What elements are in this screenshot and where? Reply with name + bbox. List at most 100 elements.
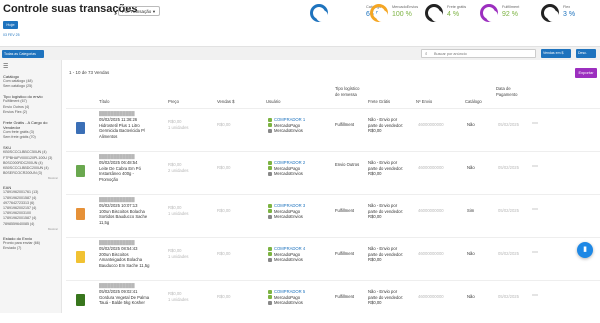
table-row[interactable]: ████████████ 05/02/2025 11:36:26 Hidrostet… [66,108,600,151]
column-header[interactable]: Nº Envio [416,99,432,105]
column-header[interactable]: Título [99,99,109,105]
today-button[interactable]: Hoje [3,21,18,29]
period-select[interactable]: Por Transação ▼ [118,6,160,16]
table-row[interactable]: ████████████ 05/02/2025 06:48:54 Leite De … [66,151,600,194]
payment-icon [268,123,272,128]
shipping-method: MercadoEnvios [274,214,303,220]
table-row[interactable]: ████████████ 05/02/2025 10:07:13 100un Bis… [66,194,600,237]
catalog-flag: Sim [467,208,475,213]
more-options-icon[interactable]: ⋯ [532,292,538,299]
filter-section: Frete Grátis - A Cargo do Vendedor Com fr… [3,120,58,140]
metric-value: 92 % [502,11,518,18]
payment-icon [268,166,272,171]
filter-section: EAN 17891962001761 (13) 17891962001587 (4)… [3,185,58,230]
filter-option[interactable]: Sem frete grátis (70) [3,135,58,140]
product-title-line[interactable]: Tauá - Balde 5kg Kosher [99,300,159,306]
toolbar: Todas as Categorias ⌕ Vendas em $ Desc. [0,46,600,60]
column-header[interactable]: Catálogo [465,99,482,105]
metric-label: MercadoEnvios [392,5,419,9]
shipping-method: MercadoEnvios [274,128,303,134]
free-shipping-line: R$0,00 [368,257,382,263]
buyer-link[interactable]: COMPRADOR 3 [274,203,305,208]
price: R$0,00 [168,162,182,167]
product-title-line[interactable]: Alimentos [99,134,159,140]
product-thumbnail[interactable] [76,294,85,306]
shipment-number: 46000000000 [418,165,444,170]
column-header[interactable]: Usuário [266,99,280,105]
quantity: 1 unidades [168,254,189,259]
product-title-line[interactable]: Bauducco Em Sache 11,5g [99,263,159,269]
filter-sidebar: ☰ Catálogo Com catálogo (48) Sem catálogo … [0,60,62,313]
buyer-link[interactable]: COMPRADOR 4 [274,246,305,251]
column-header[interactable]: Preço [168,99,179,105]
buyer-link[interactable]: COMPRADOR 5 [274,289,305,294]
buyer-link[interactable]: COMPRADOR 1 [274,117,305,122]
product-thumbnail[interactable] [76,165,85,177]
result-count: 1 - 10 de 73 Vendas [69,70,110,75]
user-info: COMPRADOR 1 MercadoPago MercadoEnvios [268,117,305,134]
payment-icon [268,209,272,214]
payment-date: 05/02/2025 [498,122,519,127]
free-shipping-line: R$0,00 [368,128,382,134]
chat-button[interactable]: ▮ [577,242,593,258]
product-title: 05/02/2025 08:54:43 200un Biscoitos Amante… [99,246,159,268]
sales-value: R$0,00 [217,294,231,299]
product-thumbnail[interactable] [76,251,85,263]
user-icon [268,117,272,122]
payment-method: MercadoPago [274,294,301,300]
more-options-icon[interactable]: ⋯ [532,120,538,127]
filter-section-title: Frete Grátis - A Cargo do Vendedor [3,120,48,131]
product-title: 05/02/2025 09:02:41 Gordura Vegetal De Pa… [99,289,159,306]
order-id-masked: ████████████ [99,240,135,245]
free-shipping: Não - Envio por parte do vendedor: R$0,00 [368,246,403,263]
donut-icon [425,4,443,22]
payment-date: 05/02/2025 [498,208,519,213]
quantity: 1 unidades [168,211,189,216]
filter-icon[interactable]: ☰ [3,63,58,70]
user-icon [268,203,272,208]
catalog-flag: Não [467,251,475,256]
column-header[interactable]: Data de Pagamento [496,86,524,97]
order-id-masked: ████████████ [99,197,135,202]
column-header[interactable]: Tipo logístico de remessa [335,86,365,97]
user-info: COMPRADOR 5 MercadoPago MercadoEnvios [268,289,305,306]
price: R$0,00 [168,248,182,253]
filter-section: Estado do Envio Pronto para enviar (66) En… [3,236,58,251]
column-header[interactable]: Frete Grátis [368,99,390,105]
more-options-icon[interactable]: ⋯ [532,249,538,256]
filter-option[interactable]: Sem catálogo (25) [3,84,58,89]
product-thumbnail[interactable] [76,122,85,134]
table-row[interactable]: ████████████ 05/02/2025 08:54:43 200un Bis… [66,237,600,280]
search-icon: ⌕ [425,51,428,56]
export-button[interactable]: Exportar [575,68,597,78]
user-icon [268,289,272,294]
sales-value: R$0,00 [217,122,231,127]
more-options-icon[interactable]: ⋯ [532,163,538,170]
user-info: COMPRADOR 3 MercadoPago MercadoEnvios [268,203,305,220]
table-row[interactable]: ████████████ 05/02/2025 09:02:41 Gordura V… [66,280,600,323]
sales-sort-button[interactable]: Vendas em $ [541,49,571,58]
catalog-flag: Não [467,122,475,127]
chat-icon: ▮ [583,246,587,253]
price: R$0,00 [168,205,182,210]
product-title-line[interactable]: Promoção [99,177,159,183]
buyer-link[interactable]: COMPRADOR 2 [274,160,305,165]
search-box[interactable]: ⌕ [421,49,536,58]
search-input[interactable] [434,51,529,57]
more-options-icon[interactable]: ⋯ [532,206,538,213]
show-more-link[interactable]: Mostrar [3,176,58,180]
metric-value: 100 % [392,11,412,18]
filter-option[interactable]: Envios Flex (2) [3,110,58,115]
sales-value: R$0,00 [217,251,231,256]
filter-option[interactable]: Enviado (7) [3,246,58,251]
user-info: COMPRADOR 4 MercadoPago MercadoEnvios [268,246,305,263]
categories-button[interactable]: Todas as Categorias [2,50,44,58]
desc-sort-button[interactable]: Desc. [576,49,596,58]
donut-icon [310,4,328,22]
column-header[interactable]: Vendas $ [217,99,234,105]
product-thumbnail[interactable] [76,208,85,220]
show-more-link[interactable]: Mostrar [3,227,58,231]
product-title-line[interactable]: 11,5g [99,220,159,226]
order-id-masked: ████████████ [99,283,135,288]
quantity: 1 unidades [168,125,189,130]
